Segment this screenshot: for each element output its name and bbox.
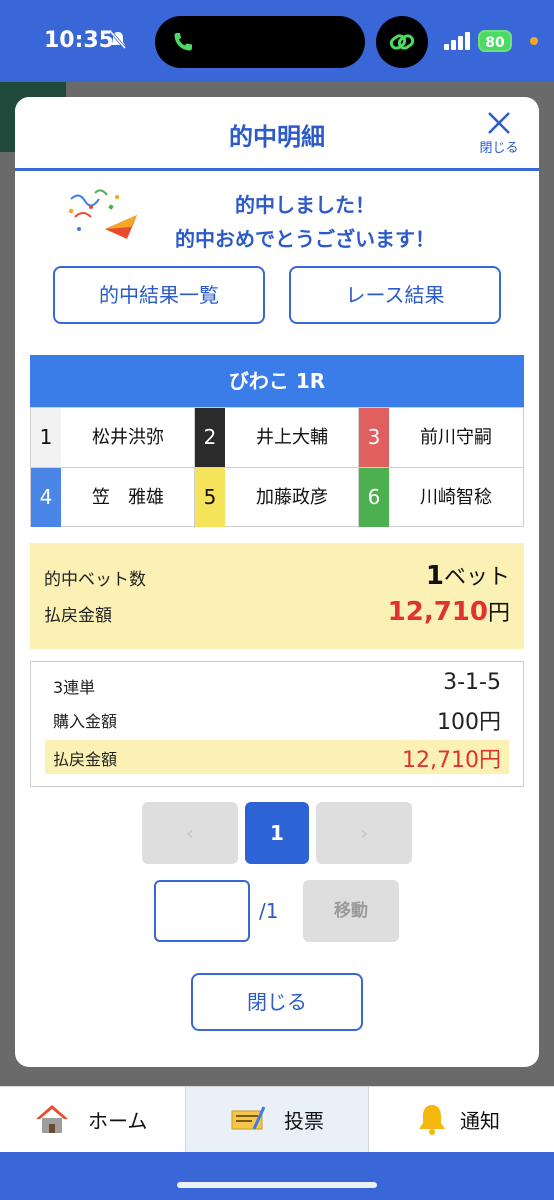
racer-name: 井上大輔 [256, 427, 328, 448]
detail-payout-row: 払戻金額 12,710円 [45, 740, 509, 774]
congrats-message: 的中しました！ 的中おめでとうございます！ [65, 187, 495, 251]
hit-summary: 的中ベット数 払戻金額 1ベット 12,710円 [30, 543, 524, 649]
racer-cell: 1 松井洪弥 [31, 408, 195, 468]
status-time: 10:35 [44, 28, 115, 53]
purchase-label: 購入金額 [53, 712, 118, 731]
race-header: びわこ 1R [30, 355, 524, 407]
congrats-line-2: 的中おめでとうございます！ [175, 227, 435, 251]
racer-number: 1 [31, 408, 61, 467]
privacy-indicator-dot [530, 37, 538, 45]
bet-type-row: 3連単 3-1-5 [45, 668, 509, 700]
racer-cell: 2 井上大輔 [195, 408, 359, 468]
close-icon [488, 112, 510, 134]
racer-cell: 5 加藤政彦 [195, 468, 359, 528]
racer-cell: 4 笠 雅雄 [31, 468, 195, 528]
move-page-button[interactable]: 移動 [303, 880, 399, 942]
racer-number: 2 [195, 408, 225, 467]
ticket-icon [231, 1106, 266, 1130]
nav-vote[interactable]: 投票 [185, 1087, 369, 1153]
nav-home[interactable]: ホーム [0, 1087, 184, 1153]
nav-notice-label: 通知 [460, 1109, 500, 1133]
hit-detail-modal: 的中明細 閉じる 的中しました！ 的中おめでとうございます！ 的中結果一覧 レー… [15, 97, 539, 1067]
bell-muted-icon [109, 31, 127, 49]
nav-vote-label: 投票 [284, 1109, 324, 1133]
racer-number: 6 [359, 468, 389, 527]
racer-cell: 3 前川守嗣 [359, 408, 523, 468]
bet-detail-card: 3連単 3-1-5 購入金額 100円 払戻金額 12,710円 [30, 661, 524, 787]
racer-name: 前川守嗣 [420, 427, 492, 448]
modal-header: 的中明細 閉じる [15, 97, 539, 171]
racer-cell: 6 川崎智稔 [359, 468, 523, 528]
bottom-nav: ホーム 投票 通知 [0, 1086, 554, 1153]
bell-icon [419, 1105, 445, 1135]
racer-grid: 1 松井洪弥 2 井上大輔 3 前川守嗣 4 笠 雅雄 5 加藤政彦 6 川崎智… [30, 407, 524, 528]
home-indicator-area [0, 1152, 554, 1200]
current-page-button[interactable]: 1 [245, 802, 309, 864]
hit-list-button[interactable]: 的中結果一覧 [53, 266, 265, 324]
racer-name: 笠 雅雄 [92, 487, 164, 508]
link-icon [389, 34, 415, 50]
payout-value: 12,710円 [387, 597, 510, 627]
hit-bets-value: 1ベット [425, 561, 510, 591]
page-number-input[interactable] [154, 880, 250, 942]
racer-number: 4 [31, 468, 61, 527]
close-x-label: 閉じる [479, 141, 519, 156]
purchase-row: 購入金額 100円 [45, 702, 509, 735]
nav-home-label: ホーム [88, 1109, 148, 1133]
signal-icon [444, 32, 470, 50]
close-button[interactable]: 閉じる [191, 973, 363, 1031]
battery-indicator: 80 [478, 30, 512, 52]
detail-payout-value: 12,710円 [402, 748, 501, 773]
purchase-value: 100円 [437, 710, 501, 735]
congrats-line-1: 的中しました！ [235, 193, 375, 217]
racer-number: 3 [359, 408, 389, 467]
race-result-button[interactable]: レース結果 [289, 266, 501, 324]
nav-notice[interactable]: 通知 [370, 1087, 554, 1153]
racer-name: 加藤政彦 [256, 487, 328, 508]
detail-payout-label: 払戻金額 [53, 750, 118, 769]
prev-page-button[interactable]: ‹ [142, 802, 238, 864]
link-activity-bubble[interactable] [376, 16, 428, 68]
racer-number: 5 [195, 468, 225, 527]
modal-close-x-button[interactable]: 閉じる [479, 109, 519, 163]
next-page-button[interactable]: › [316, 802, 412, 864]
page-total: /1 [259, 899, 279, 923]
status-bar: 10:35 80 [0, 0, 554, 82]
home-icon [36, 1105, 68, 1133]
bet-type-value: 3-1-5 [443, 670, 501, 695]
racer-name: 川崎智稔 [420, 487, 492, 508]
payout-label: 払戻金額 [44, 606, 112, 626]
racer-name: 松井洪弥 [92, 427, 164, 448]
phone-call-icon[interactable] [171, 30, 195, 54]
hit-bets-label: 的中ベット数 [44, 570, 146, 590]
home-indicator[interactable] [177, 1182, 377, 1188]
bet-type-label: 3連単 [53, 678, 96, 697]
dynamic-island [155, 16, 365, 68]
modal-title: 的中明細 [229, 123, 325, 151]
